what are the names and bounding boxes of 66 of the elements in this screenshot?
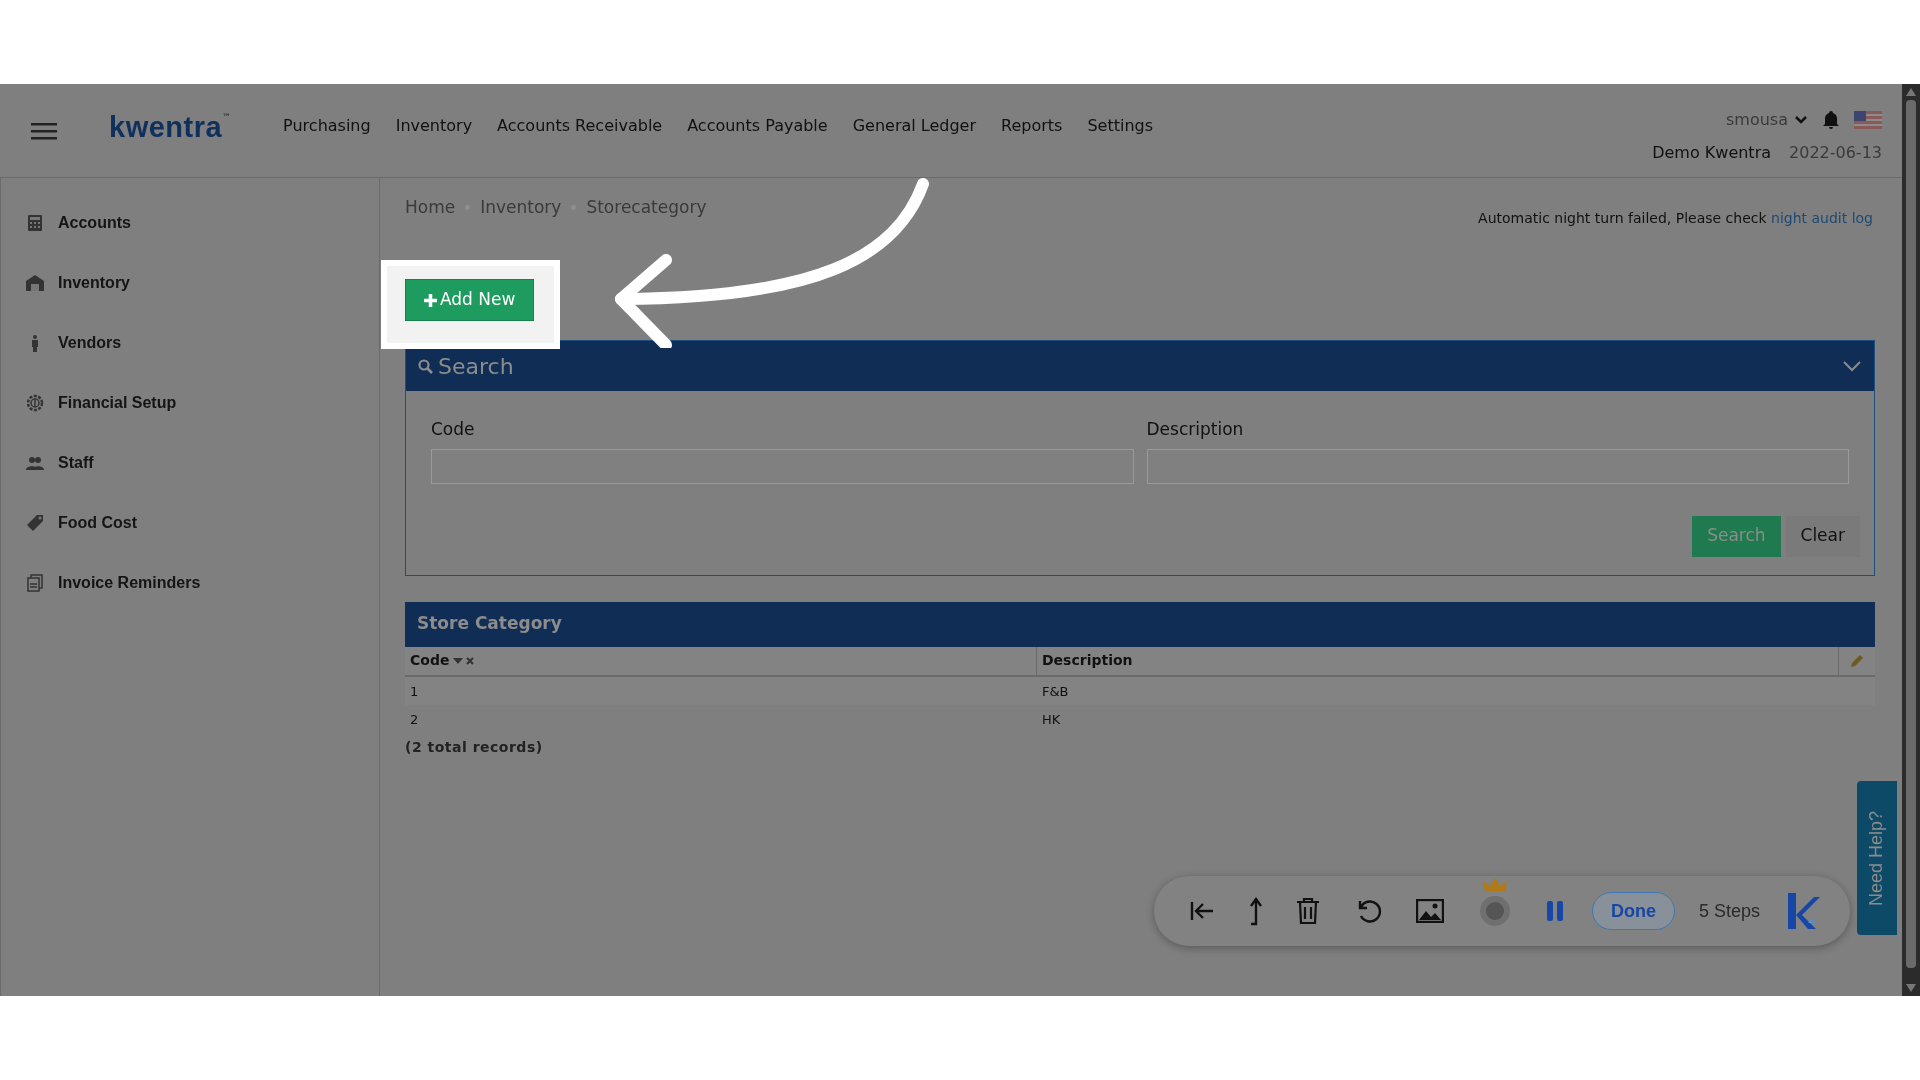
bell-icon[interactable]: [1822, 110, 1840, 130]
step-count: 5 Steps: [1699, 899, 1761, 923]
alert-message: Automatic night turn failed, Please check: [1478, 210, 1767, 226]
sidebar-item[interactable]: Accounts: [1, 193, 379, 253]
nav-link[interactable]: Settings: [1087, 113, 1153, 138]
documents-icon: [26, 574, 44, 592]
column-header[interactable]: Code: [410, 650, 450, 671]
panel-title: Search: [438, 352, 514, 381]
nav-link[interactable]: Inventory: [395, 113, 473, 138]
table-cell: HK: [1042, 711, 1061, 727]
input-field[interactable]: [1146, 448, 1849, 484]
image-icon[interactable]: [1416, 899, 1444, 923]
sidebar-item[interactable]: Vendors: [1, 313, 379, 373]
input-field[interactable]: [431, 448, 1134, 484]
tag-icon: [26, 514, 44, 532]
field-label: Code: [431, 418, 475, 441]
nav-link[interactable]: Accounts Receivable: [497, 113, 663, 138]
table-cell: 1: [410, 683, 419, 699]
date-text: 2022-06-13: [1789, 142, 1882, 164]
record-count: (2 total records): [405, 737, 543, 757]
pause-icon[interactable]: [1546, 900, 1564, 922]
chevron-icon[interactable]: [1842, 360, 1862, 372]
edit-icon[interactable]: [1849, 652, 1865, 669]
table-title: Store Category: [417, 612, 562, 636]
scroll-down-icon[interactable]: [1906, 984, 1916, 992]
menu-icon[interactable]: [31, 120, 57, 141]
logo[interactable]: kwentra: [109, 105, 223, 150]
table-cell: F&B: [1042, 683, 1069, 699]
field-label: Description: [1146, 418, 1244, 441]
nav-link[interactable]: Purchasing: [283, 113, 371, 138]
warehouse-icon: [26, 274, 44, 292]
nav-link[interactable]: Accounts Payable: [687, 113, 828, 138]
sidebar-item[interactable]: Inventory: [1, 253, 379, 313]
company-name: Demo Kwentra: [1652, 142, 1771, 164]
trademark: ™: [222, 110, 232, 124]
add-new-button[interactable]: Add New: [405, 279, 535, 321]
calculator-icon: [26, 214, 44, 232]
plus-icon: [424, 293, 437, 307]
sidebar-item[interactable]: Staff: [1, 433, 379, 493]
undo-icon[interactable]: [1356, 898, 1382, 924]
breadcrumb-link[interactable]: Home: [405, 195, 456, 221]
trash-icon[interactable]: [1296, 897, 1320, 925]
sort-indicator[interactable]: [453, 656, 475, 665]
skip-back-icon[interactable]: [1190, 900, 1216, 922]
k-logo-icon[interactable]: [1786, 893, 1821, 929]
search-icon: [418, 358, 433, 374]
sidebar-item[interactable]: Financial Setup: [1, 373, 379, 433]
flag-icon[interactable]: [1854, 111, 1882, 129]
breadcrumb-link[interactable]: Inventory: [480, 195, 562, 221]
gear-icon: [26, 394, 44, 412]
nav-link[interactable]: General Ledger: [852, 113, 976, 138]
chevron-down-icon[interactable]: [1794, 115, 1808, 125]
nav-link[interactable]: Reports: [1001, 113, 1063, 138]
sidebar-item[interactable]: Invoice Reminders: [1, 553, 379, 613]
scroll-up-icon[interactable]: [1906, 88, 1916, 96]
user-menu[interactable]: smousa: [1726, 108, 1808, 132]
sidebar-item[interactable]: Food Cost: [1, 493, 379, 553]
crown-avatar-icon[interactable]: [1478, 877, 1512, 929]
breadcrumb-link[interactable]: Storecategory: [586, 195, 707, 221]
audit-log-link[interactable]: night audit log: [1771, 210, 1873, 226]
table-cell: 2: [410, 711, 419, 727]
column-header[interactable]: Description: [1042, 650, 1133, 671]
clear-button[interactable]: Clear: [1785, 515, 1860, 557]
people-icon: [26, 454, 44, 472]
need-help-tab[interactable]: Need Help?: [1857, 781, 1897, 935]
done-button[interactable]: Done: [1592, 892, 1675, 930]
